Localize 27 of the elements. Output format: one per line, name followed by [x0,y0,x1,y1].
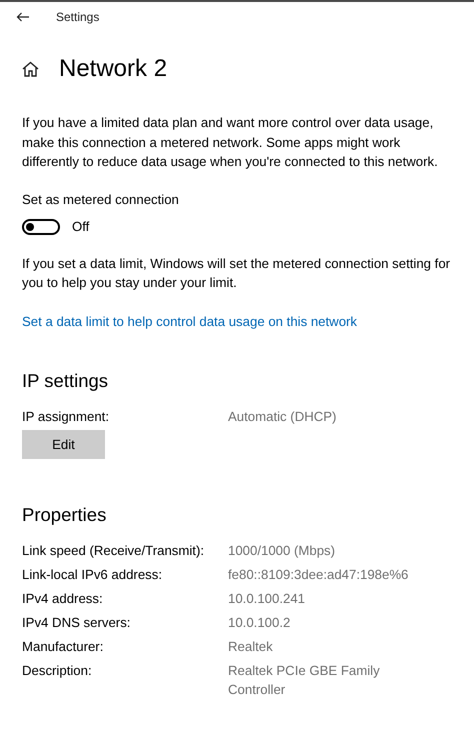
description-text: If you have a limited data plan and want more control over data usage, make this connection a metered network. Some apps might work differently to reduce data usage when you're connected to this network. [22,114,439,171]
property-label: Link-local IPv6 address: [22,566,164,584]
property-value: Realtek PCIe GBE Family Controller [228,662,381,698]
data-limit-link[interactable]: Set a data limit to help control data usage on this network [22,312,452,330]
property-label: Description: [22,662,93,680]
property-label: Link speed (Receive/Transmit): [22,542,206,560]
property-label: IPv4 DNS servers: [22,614,132,632]
property-value: 1000/1000 (Mbps) [228,542,336,560]
toggle-state: Off [72,219,90,234]
property-value: fe80::8109:3dee:ad47:198e%6 [228,566,410,584]
section-heading: Properties [22,502,108,526]
home-icon[interactable] [22,61,39,77]
property-label: IPv4 address: [22,590,104,608]
toggle-label: Set as metered connection [22,190,180,208]
property-value: Realtek [228,638,274,656]
property-label: Manufacturer: [22,638,104,656]
back-arrow-icon[interactable] [16,12,30,22]
data-limit-note: If you set a data limit, Windows will set the metered connection setting for you to help you stay under your limit. [22,254,452,292]
property-value: 10.0.100.241 [228,590,306,608]
property-value: 10.0.100.2 [228,614,292,632]
page-title: Network 2 [59,55,168,83]
edit-button[interactable]: Edit [22,430,105,458]
window-title: Settings [56,10,100,24]
toggle-switch[interactable] [22,218,60,234]
field-label: IP assignment: [22,408,110,426]
field-value: Automatic (DHCP) [228,408,338,426]
section-heading: IP settings [22,368,110,392]
